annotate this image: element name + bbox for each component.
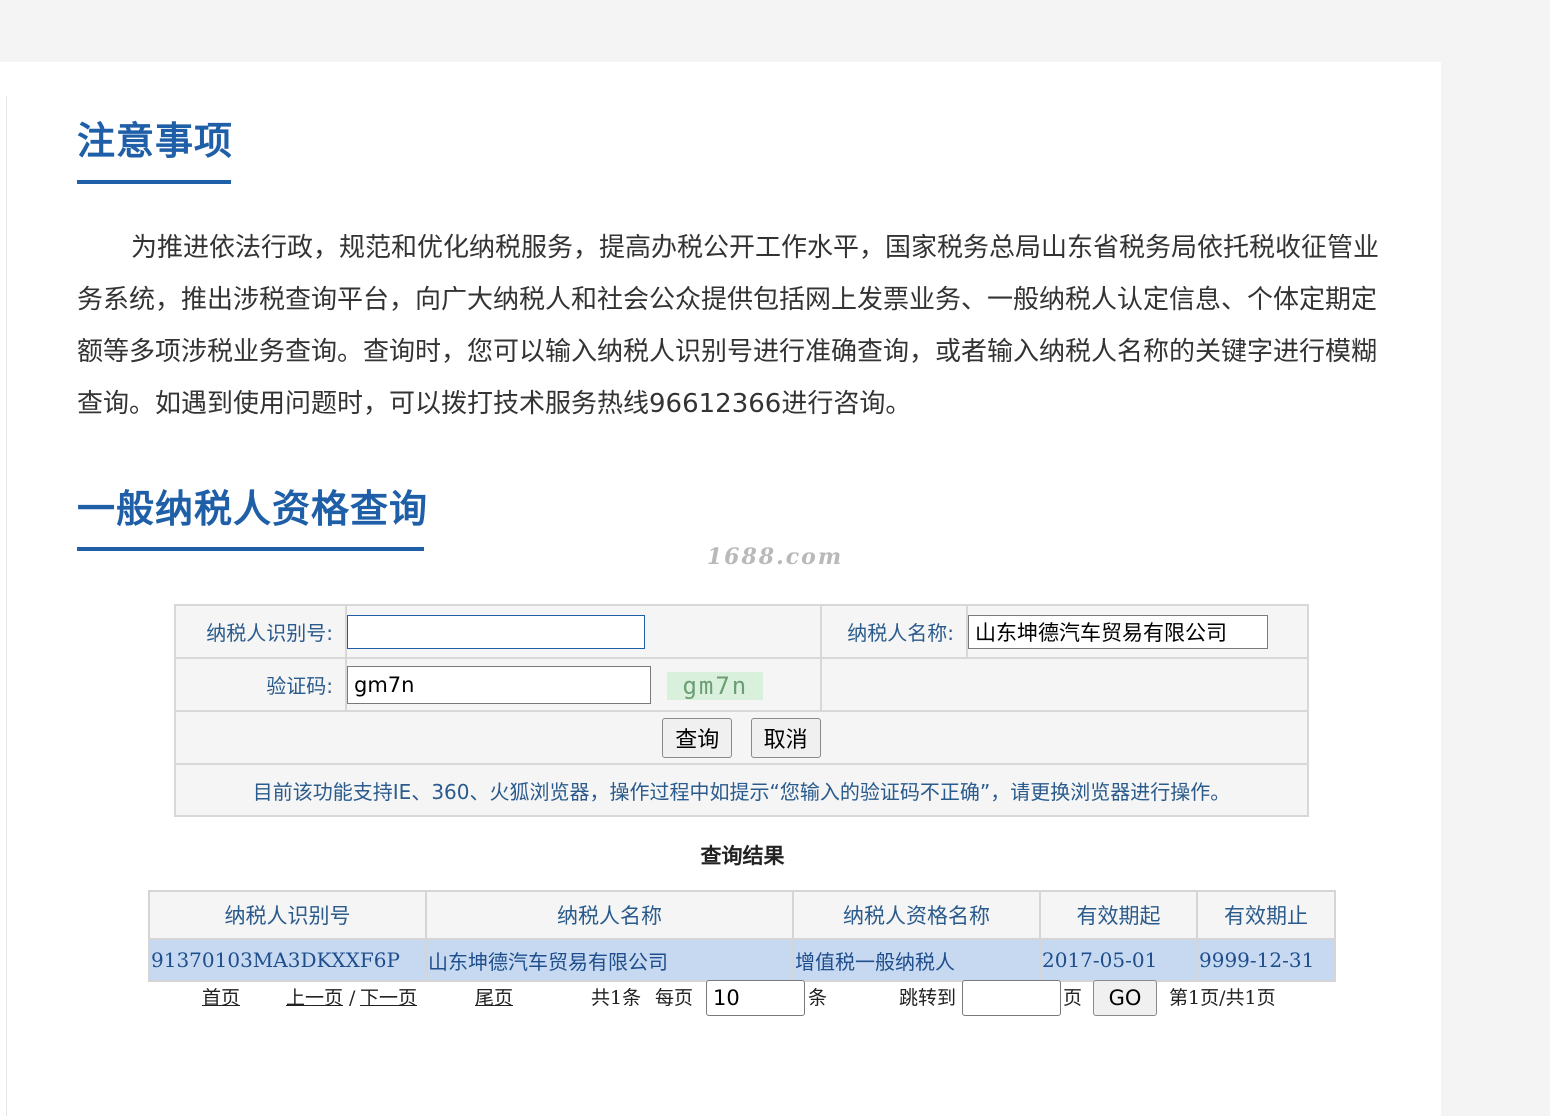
prev-page-link[interactable]: 上一页: [286, 980, 343, 1016]
query-form: 纳税人识别号: 纳税人名称: 验证码: gm7n 查询 取消 目前该功能支持IE…: [174, 604, 1309, 817]
next-page-link[interactable]: 下一页: [360, 980, 417, 1016]
go-button[interactable]: GO: [1093, 980, 1157, 1016]
results-table: 纳税人识别号 纳税人名称 纳税人资格名称 有效期起 有效期止 91370103M…: [148, 890, 1336, 982]
page-unit: 页: [1063, 987, 1083, 1009]
per-page-unit: 条: [808, 987, 828, 1009]
cell-taxpayer-name: 山东坤德汽车贸易有限公司: [425, 938, 794, 982]
column-header: 有效期止: [1196, 890, 1336, 940]
column-header: 纳税人资格名称: [792, 890, 1041, 940]
results-title: 查询结果: [700, 843, 785, 868]
captcha-cell: gm7n: [345, 657, 822, 712]
column-header: 有效期起: [1039, 890, 1198, 940]
query-title: 一般纳税人资格查询: [77, 487, 429, 531]
cell-qualification: 增值税一般纳税人: [792, 938, 1041, 982]
column-header: 纳税人名称: [425, 890, 794, 940]
watermark: 1688.com: [706, 544, 844, 570]
taxpayer-id-input[interactable]: [347, 614, 645, 649]
jump-label: 跳转到: [899, 987, 957, 1009]
query-title-underline: [77, 547, 424, 551]
taxpayer-name-label: 纳税人名称:: [820, 604, 968, 659]
notice-title-underline: [77, 180, 231, 184]
per-page-input[interactable]: [706, 980, 805, 1016]
captcha-input[interactable]: [347, 665, 651, 704]
table-row[interactable]: 91370103MA3DKXXF6P 山东坤德汽车贸易有限公司 增值税一般纳税人…: [148, 938, 1336, 982]
captcha-label: 验证码:: [174, 657, 347, 712]
jump-page-input[interactable]: [962, 980, 1061, 1016]
cancel-button[interactable]: 取消: [750, 717, 821, 758]
notice-title: 注意事项: [77, 119, 234, 163]
taxpayer-name-input[interactable]: [968, 614, 1268, 649]
page-status: 第1页/共1页: [1169, 987, 1276, 1009]
taxpayer-id-label: 纳税人识别号:: [174, 604, 347, 659]
panel-divider: [6, 96, 7, 1116]
cell-valid-to: 9999-12-31: [1196, 938, 1336, 982]
submit-button[interactable]: 查询: [662, 717, 733, 758]
last-page-link[interactable]: 尾页: [475, 980, 513, 1016]
pager-separator: /: [349, 987, 356, 1009]
form-actions: 查询 取消: [174, 710, 1309, 765]
cell-valid-from: 2017-05-01: [1039, 938, 1198, 982]
notice-body: 为推进依法行政，规范和优化纳税服务，提高办税公开工作水平，国家税务总局山东省税务…: [77, 233, 1380, 419]
column-header: 纳税人识别号: [148, 890, 427, 940]
taxpayer-name-cell: [966, 604, 1309, 659]
browser-hint: 目前该功能支持IE、360、火狐浏览器，操作过程中如提示“您输入的验证码不正确”…: [174, 763, 1309, 817]
captcha-image[interactable]: gm7n: [667, 672, 764, 700]
empty-cell: [820, 657, 1309, 712]
taxpayer-id-cell: [345, 604, 822, 659]
total-count: 共1条: [591, 987, 642, 1009]
per-page-label: 每页: [655, 987, 694, 1009]
cell-taxpayer-id: 91370103MA3DKXXF6P: [148, 938, 427, 982]
first-page-link[interactable]: 首页: [202, 980, 240, 1016]
